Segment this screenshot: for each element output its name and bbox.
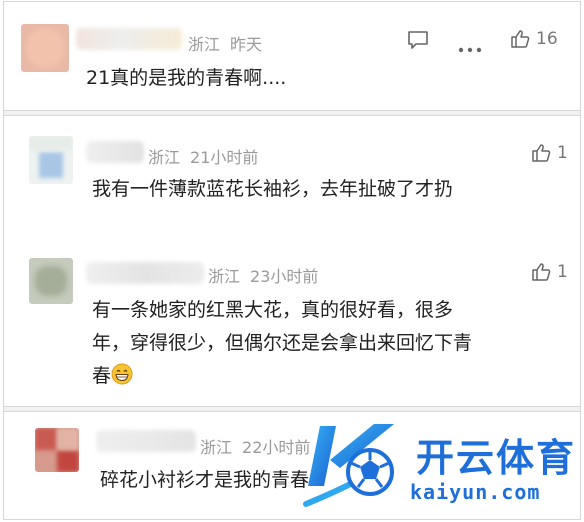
thumbs-up-icon	[532, 144, 551, 162]
comment-text-line: 有一条她家的红黑大花，真的很好看，很多	[92, 299, 454, 321]
like-button[interactable]: 1	[531, 262, 568, 282]
thumbs-up-icon	[532, 263, 551, 281]
comment-text: 我有一件薄款蓝花长袖衫，去年扯破了才扔	[92, 178, 454, 200]
timestamp: 21小时前	[190, 148, 259, 167]
like-button[interactable]: 16	[510, 29, 558, 49]
avatar[interactable]	[21, 24, 69, 72]
more-icon[interactable]	[458, 38, 482, 57]
grinning-emoji-icon	[111, 363, 133, 385]
comment-text-line: 春	[92, 360, 562, 393]
username-blurred[interactable]	[86, 141, 144, 163]
reply-icon[interactable]	[407, 30, 429, 54]
like-count: 16	[536, 29, 558, 49]
username-blurred[interactable]	[96, 430, 196, 452]
avatar[interactable]	[29, 136, 73, 184]
comment-meta: 浙江 昨天	[188, 31, 272, 55]
watermark-domain: kaiyun.com	[410, 480, 541, 504]
location: 浙江	[148, 148, 181, 167]
comment-text: 有一条她家的红黑大花，真的很好看，很多 年，穿得很少，但偶尔还是会拿出来回忆下青…	[92, 294, 562, 393]
avatar[interactable]	[29, 258, 73, 304]
username-blurred[interactable]	[86, 262, 204, 284]
location: 浙江	[200, 438, 233, 457]
like-button[interactable]: 1	[531, 143, 568, 163]
comments-panel: 浙江 昨天 16 21真的是我的青春啊.... 浙江 21小时前 1 我有一件薄款蓝…	[3, 1, 581, 520]
avatar[interactable]	[35, 428, 79, 472]
comment-text: 21真的是我的青春啊....	[86, 67, 287, 89]
comment-text: 碎花小衬衫才是我的青春	[100, 469, 310, 491]
thumbs-up-icon	[511, 30, 530, 48]
comment-text-line: 年，穿得很少，但偶尔还是会拿出来回忆下青	[92, 332, 473, 354]
watermark-brand: 开云体育	[416, 436, 577, 480]
username-blurred[interactable]	[76, 28, 182, 50]
comment-meta: 浙江 21小时前	[148, 144, 268, 168]
location: 浙江	[208, 267, 241, 286]
comment-card: 浙江 昨天 16 21真的是我的青春啊....	[4, 2, 580, 110]
comment-card: 浙江 23小时前 1 有一条她家的红黑大花，真的很好看，很多 年，穿得很少，但偶尔…	[4, 240, 580, 406]
timestamp: 昨天	[230, 35, 263, 54]
location: 浙江	[188, 35, 221, 54]
like-count: 1	[557, 143, 568, 163]
comment-meta: 浙江 23小时前	[208, 263, 328, 287]
like-count: 1	[557, 262, 568, 282]
timestamp: 23小时前	[250, 267, 319, 286]
comment-card: 浙江 21小时前 1 我有一件薄款蓝花长袖衫，去年扯破了才扔	[4, 116, 580, 222]
kaiyun-logo	[300, 420, 408, 516]
comment-text-line-last: 春	[92, 365, 112, 387]
